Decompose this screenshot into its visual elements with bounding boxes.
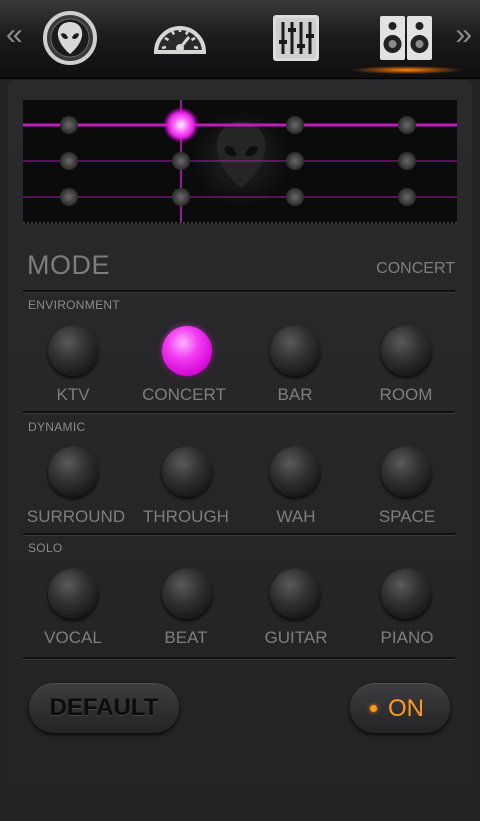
knob-room[interactable]	[381, 326, 431, 376]
previous-arrow-icon[interactable]: «	[6, 20, 23, 50]
alien-icon	[43, 11, 97, 65]
section-title-dynamic: DYNAMIC	[28, 420, 86, 434]
label-bar: BAR	[277, 385, 313, 404]
top-navigation-bar: « »	[0, 0, 480, 79]
divider	[23, 290, 455, 293]
power-toggle-button[interactable]: ON	[350, 683, 450, 733]
speedometer-icon	[153, 26, 207, 54]
knob-surround[interactable]	[48, 447, 98, 497]
default-button[interactable]: DEFAULT	[29, 683, 179, 733]
alien-tab[interactable]	[42, 10, 98, 66]
knob-concert[interactable]	[162, 326, 212, 376]
alien-watermark-icon	[191, 108, 291, 208]
section-title-environment: ENVIRONMENT	[28, 298, 120, 312]
power-toggle-label: ON	[388, 695, 424, 722]
divider	[23, 411, 455, 414]
speedometer-tab[interactable]	[152, 10, 208, 66]
label-vocal: VOCAL	[44, 628, 102, 647]
equalizer-icon	[273, 15, 319, 61]
label-room: ROOM	[379, 385, 433, 404]
selected-tab-indicator	[352, 66, 462, 74]
label-concert: CONCERT	[142, 385, 226, 404]
knob-beat[interactable]	[162, 569, 212, 619]
effect-visualizer	[23, 100, 457, 224]
mode-value: CONCERT	[376, 260, 455, 277]
mode-label: MODE	[27, 250, 110, 280]
label-space: SPACE	[378, 507, 436, 526]
label-through: THROUGH	[143, 507, 229, 526]
knob-guitar[interactable]	[270, 569, 320, 619]
divider	[23, 533, 455, 536]
label-beat: BEAT	[164, 628, 208, 647]
speaker-tab[interactable]	[378, 10, 434, 66]
visualizer-grid	[23, 100, 457, 222]
label-surround: SURROUND	[26, 507, 126, 526]
knob-ktv[interactable]	[48, 326, 98, 376]
power-indicator-icon	[370, 705, 377, 712]
knob-wah[interactable]	[270, 447, 320, 497]
speaker-icon	[380, 16, 432, 60]
knob-space[interactable]	[381, 447, 431, 497]
label-guitar: GUITAR	[264, 628, 328, 647]
mode-row: MODE CONCERT	[27, 246, 455, 290]
knob-through[interactable]	[162, 447, 212, 497]
divider	[23, 657, 455, 660]
knob-piano[interactable]	[381, 569, 431, 619]
label-wah: WAH	[276, 507, 316, 526]
equalizer-tab[interactable]	[268, 10, 324, 66]
knob-vocal[interactable]	[48, 569, 98, 619]
active-node	[163, 107, 199, 143]
label-ktv: KTV	[56, 385, 90, 404]
knob-bar[interactable]	[270, 326, 320, 376]
section-title-solo: SOLO	[28, 541, 63, 555]
next-arrow-icon[interactable]: »	[455, 20, 472, 50]
label-piano: PIANO	[380, 628, 434, 647]
